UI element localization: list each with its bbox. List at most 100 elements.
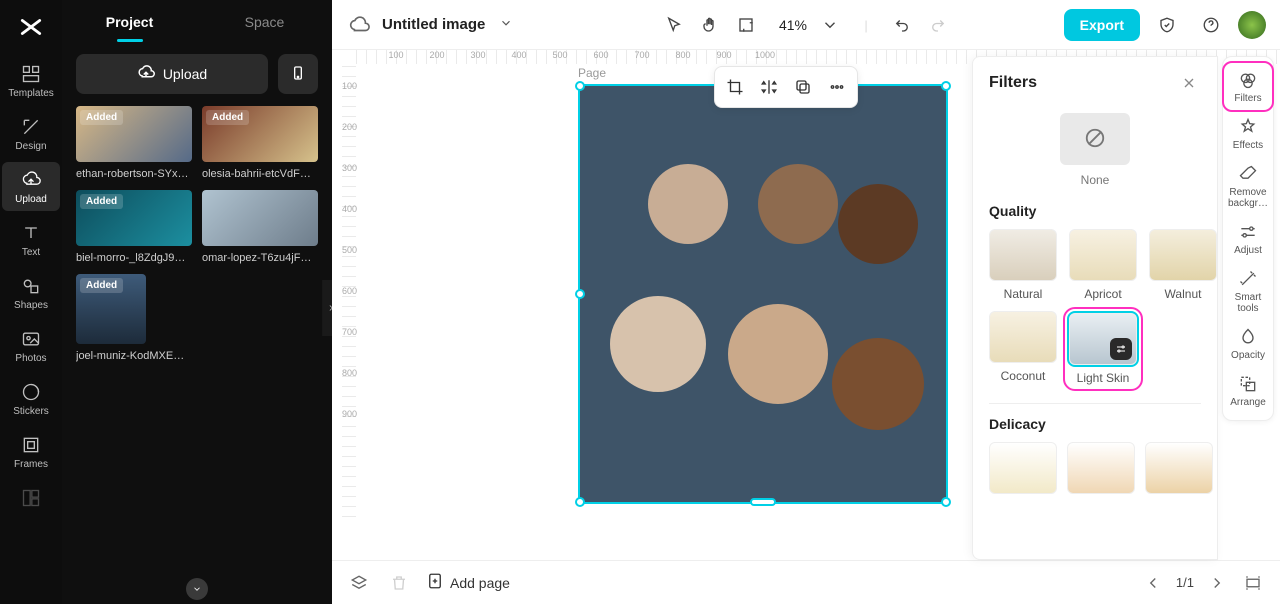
upload-icon	[21, 170, 41, 190]
filters-section-delicacy: Delicacy	[989, 416, 1201, 432]
rail-photos[interactable]: Photos	[2, 321, 60, 370]
filters-title: Filters	[989, 74, 1037, 92]
layers-button[interactable]	[346, 570, 372, 596]
filter-coconut[interactable]: Coconut	[989, 311, 1057, 387]
filter-delicacy-item[interactable]	[1145, 442, 1213, 494]
templates-icon	[21, 64, 41, 84]
page-count: 1/1	[1176, 575, 1194, 590]
zoom-dropdown[interactable]	[813, 8, 847, 42]
zoom-level[interactable]: 41%	[775, 17, 811, 33]
main-area: Untitled image 41% | Export	[332, 0, 1280, 604]
upload-item[interactable]: Added joel-muniz-KodMXE…	[76, 274, 192, 362]
filters-icon	[1237, 69, 1259, 91]
collapse-panel-button[interactable]	[186, 578, 208, 600]
ruler-vertical: 100200300400500600700800900	[342, 66, 356, 520]
added-badge: Added	[80, 194, 123, 209]
tab-project[interactable]: Project	[62, 2, 197, 42]
doc-title[interactable]: Untitled image	[382, 16, 485, 33]
export-button[interactable]: Export	[1064, 9, 1140, 41]
close-filters-button[interactable]	[1177, 71, 1201, 95]
rr-opacity[interactable]: Opacity	[1224, 320, 1272, 367]
help-icon[interactable]	[1194, 8, 1228, 42]
added-badge: Added	[80, 278, 123, 293]
rail-upload[interactable]: Upload	[2, 162, 60, 211]
filter-none[interactable]: None	[989, 113, 1201, 187]
shield-icon[interactable]	[1150, 8, 1184, 42]
effects-icon	[1237, 116, 1259, 138]
undo-button[interactable]	[885, 8, 919, 42]
mobile-icon	[290, 65, 306, 84]
filter-light-skin[interactable]: Light Skin	[1067, 311, 1139, 387]
filter-delicacy-item[interactable]	[989, 442, 1057, 494]
topbar: Untitled image 41% | Export	[332, 0, 1280, 50]
added-badge: Added	[80, 110, 123, 125]
resize-handle[interactable]	[575, 289, 585, 299]
filter-none-label: None	[1081, 173, 1110, 187]
filter-natural[interactable]: Natural	[989, 229, 1057, 301]
filter-apricot[interactable]: Apricot	[1067, 229, 1139, 301]
filters-section-quality: Quality	[989, 203, 1201, 219]
flip-button[interactable]	[753, 71, 785, 103]
redo-button[interactable]	[921, 8, 955, 42]
rail-shapes[interactable]: Shapes	[2, 268, 60, 317]
add-page-label: Add page	[450, 575, 510, 591]
mobile-upload-button[interactable]	[278, 54, 318, 94]
rr-adjust[interactable]: Adjust	[1224, 215, 1272, 262]
more-button[interactable]	[821, 71, 853, 103]
filters-panel: Filters None Quality Natural Apricot Wal…	[972, 56, 1218, 560]
upload-item[interactable]: Added olesia-bahrii-etcVdF…	[202, 106, 318, 180]
app-logo[interactable]	[16, 12, 46, 42]
filter-delicacy-item[interactable]	[1067, 442, 1135, 494]
rail-more[interactable]	[2, 480, 60, 529]
rail-stickers-label: Stickers	[13, 406, 49, 417]
resize-handle[interactable]	[941, 497, 951, 507]
title-dropdown-icon[interactable]	[499, 16, 513, 33]
add-page-icon	[426, 572, 444, 593]
filter-settings-button[interactable]	[1110, 338, 1132, 360]
upload-button-label: Upload	[163, 66, 207, 82]
upload-item[interactable]: Added ethan-robertson-SYx…	[76, 106, 192, 180]
user-avatar[interactable]	[1238, 11, 1266, 39]
selection-outline	[578, 84, 948, 504]
filter-walnut[interactable]: Walnut	[1149, 229, 1217, 301]
rail-frames[interactable]: Frames	[2, 427, 60, 476]
tab-space[interactable]: Space	[197, 2, 332, 42]
canvas-page[interactable]	[578, 84, 948, 504]
opacity-icon	[1237, 326, 1259, 348]
side-panel: Project Space Upload Added ethan-roberts…	[62, 0, 332, 604]
stickers-icon	[21, 382, 41, 402]
prev-page-button[interactable]	[1140, 570, 1166, 596]
cloud-sync-icon[interactable]	[346, 12, 372, 38]
none-icon	[1084, 127, 1106, 152]
upload-item-name: biel-morro-_l8ZdgJ9…	[76, 252, 192, 264]
pan-tool[interactable]	[693, 8, 727, 42]
rr-smart-tools[interactable]: Smart tools	[1224, 262, 1272, 320]
rr-effects[interactable]: Effects	[1224, 110, 1272, 157]
rail-templates-label: Templates	[8, 88, 54, 99]
resize-handle[interactable]	[750, 498, 776, 506]
rr-arrange[interactable]: Arrange	[1224, 367, 1272, 414]
fit-button[interactable]	[1240, 570, 1266, 596]
select-tool[interactable]	[657, 8, 691, 42]
upload-item[interactable]: Added biel-morro-_l8ZdgJ9…	[76, 190, 192, 264]
resize-handle[interactable]	[575, 81, 585, 91]
resize-handle[interactable]	[941, 81, 951, 91]
crop-button[interactable]	[719, 71, 751, 103]
rail-stickers[interactable]: Stickers	[2, 374, 60, 423]
resize-handle[interactable]	[575, 497, 585, 507]
rr-filters[interactable]: Filters	[1224, 63, 1272, 110]
rr-remove-bg[interactable]: Remove backgr…	[1224, 157, 1272, 215]
rail-templates[interactable]: Templates	[2, 56, 60, 105]
upload-button[interactable]: Upload	[76, 54, 268, 94]
delete-button[interactable]	[386, 570, 412, 596]
duplicate-button[interactable]	[787, 71, 819, 103]
right-rail: Filters Effects Remove backgr… Adjust Sm…	[1222, 56, 1274, 421]
add-page-button[interactable]: Add page	[426, 572, 510, 593]
resize-tool[interactable]	[729, 8, 763, 42]
rail-shapes-label: Shapes	[14, 300, 48, 311]
rail-upload-label: Upload	[15, 194, 47, 205]
rail-text[interactable]: Text	[2, 215, 60, 264]
upload-item[interactable]: omar-lopez-T6zu4jF…	[202, 190, 318, 264]
next-page-button[interactable]	[1204, 570, 1230, 596]
rail-design[interactable]: Design	[2, 109, 60, 158]
